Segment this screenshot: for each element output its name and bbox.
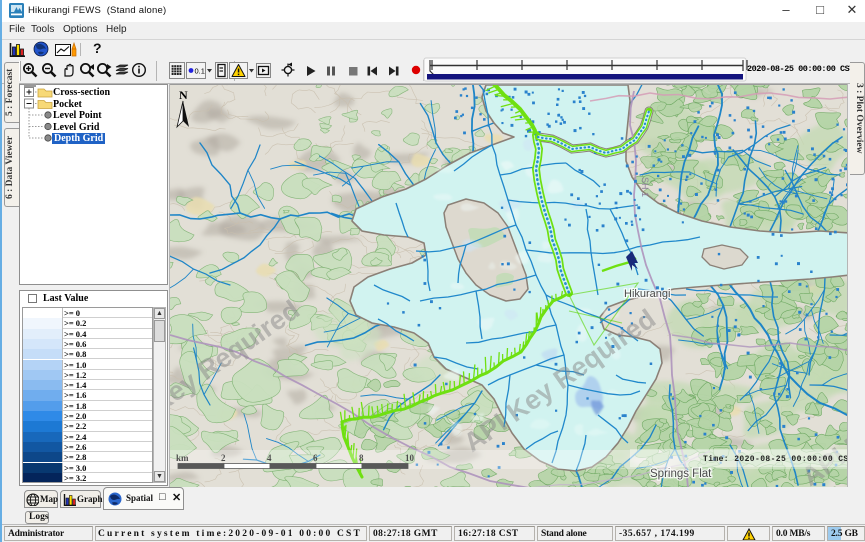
svg-text:N: N <box>179 88 188 102</box>
svg-text:Hikurangi: Hikurangi <box>624 288 670 300</box>
svg-text:Springs Flat: Springs Flat <box>650 468 712 480</box>
svg-text:SH 1: SH 1 <box>640 177 650 197</box>
svg-text:Time: 2020-08-25 00:00:00 CST: Time: 2020-08-25 00:00:00 CST <box>703 455 847 464</box>
